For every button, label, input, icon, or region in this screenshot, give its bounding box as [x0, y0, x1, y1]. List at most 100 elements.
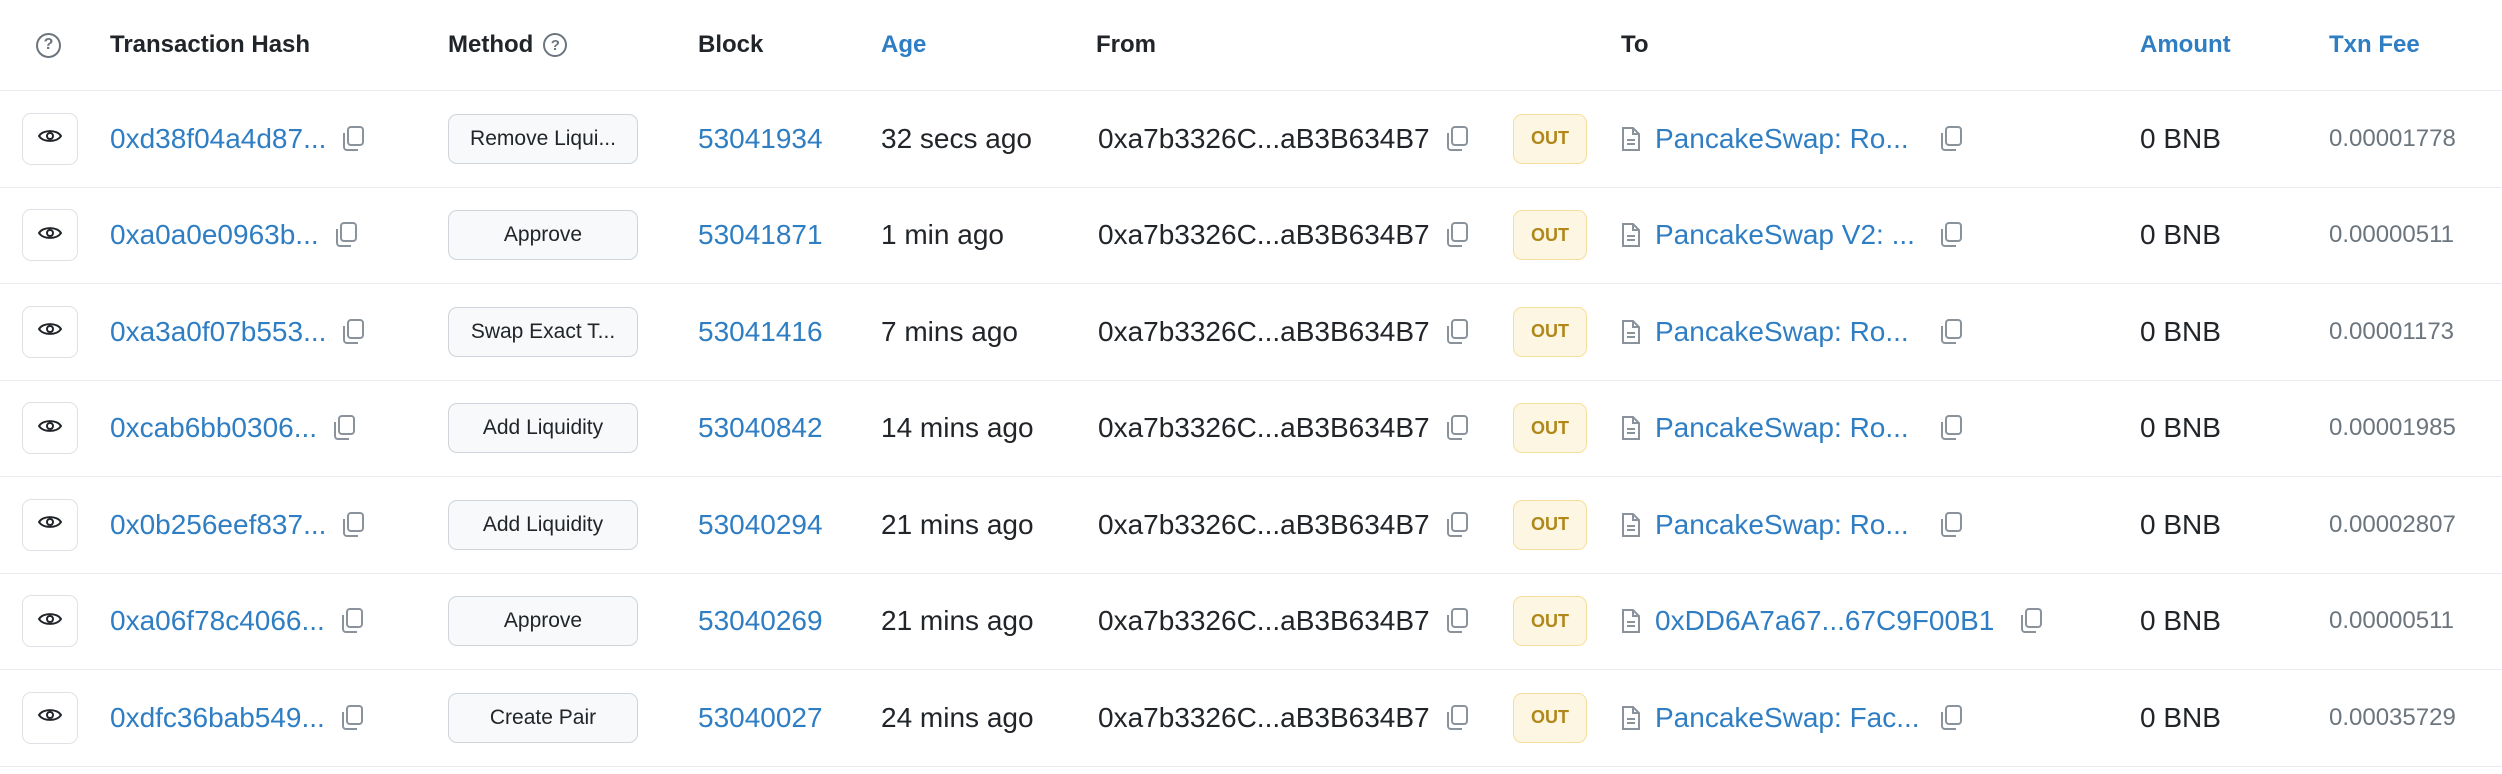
amount-text: 0 BNB: [2140, 412, 2221, 444]
block-link[interactable]: 53040027: [698, 702, 823, 734]
amount-cell: 0 BNB: [2140, 670, 2221, 766]
method-badge[interactable]: Swap Exact T...: [448, 306, 638, 357]
copy-icon[interactable]: [340, 318, 366, 346]
copy-icon[interactable]: [339, 704, 365, 732]
direction-badge: OUT: [1513, 692, 1587, 743]
direction-badge: OUT: [1513, 596, 1587, 647]
method-cell: Add Liquidity: [448, 381, 638, 477]
age-text: 24 mins ago: [881, 701, 1034, 733]
copy-icon[interactable]: [1444, 221, 1470, 249]
to-address-link[interactable]: PancakeSwap: Fac...: [1655, 702, 1920, 734]
method-badge[interactable]: Remove Liqui...: [448, 113, 638, 164]
question-circle-icon[interactable]: ?: [543, 33, 568, 57]
age-cell: 24 mins ago: [881, 670, 1034, 766]
to-address-link[interactable]: PancakeSwap: Ro...: [1655, 123, 1909, 155]
block-link[interactable]: 53040269: [698, 605, 823, 637]
transaction-hash-link[interactable]: 0xd38f04a4d87...: [110, 123, 326, 155]
from-address[interactable]: 0xa7b3326C...aB3B634B7: [1098, 509, 1430, 541]
eye-icon: [37, 514, 63, 535]
fee-cell: 0.00035729: [2329, 670, 2456, 766]
from-cell: 0xa7b3326C...aB3B634B7: [1098, 477, 1470, 573]
block-link[interactable]: 53040294: [698, 509, 823, 541]
from-address[interactable]: 0xa7b3326C...aB3B634B7: [1098, 123, 1430, 155]
copy-icon[interactable]: [1938, 221, 1964, 249]
table-row: 0xdfc36bab549... Create Pair 53040027 24…: [0, 670, 2502, 767]
method-cell: Swap Exact T...: [448, 284, 638, 380]
copy-icon[interactable]: [1444, 125, 1470, 153]
from-address[interactable]: 0xa7b3326C...aB3B634B7: [1098, 605, 1430, 637]
from-address[interactable]: 0xa7b3326C...aB3B634B7: [1098, 316, 1430, 348]
transaction-hash-link[interactable]: 0xa06f78c4066...: [110, 605, 325, 637]
method-cell: Approve: [448, 574, 638, 670]
copy-icon[interactable]: [1938, 511, 1964, 539]
copy-icon[interactable]: [1938, 125, 1964, 153]
copy-icon[interactable]: [333, 221, 359, 249]
amount-text: 0 BNB: [2140, 122, 2221, 154]
transaction-hash-link[interactable]: 0xa3a0f07b553...: [110, 316, 326, 348]
view-details-button[interactable]: [22, 402, 78, 455]
to-cell: PancakeSwap V2: ...: [1621, 188, 1915, 284]
method-badge[interactable]: Add Liquidity: [448, 403, 638, 454]
transaction-hash-link[interactable]: 0xcab6bb0306...: [110, 412, 317, 444]
direction-badge: OUT: [1513, 113, 1587, 164]
copy-icon[interactable]: [1938, 414, 1964, 442]
block-link[interactable]: 53041416: [698, 316, 823, 348]
block-link[interactable]: 53040842: [698, 412, 823, 444]
method-cell: Add Liquidity: [448, 477, 638, 573]
copy-icon[interactable]: [1938, 318, 1964, 346]
direction-cell: OUT: [1513, 188, 1587, 284]
header-age-toggle[interactable]: Age: [881, 0, 926, 90]
from-address[interactable]: 0xa7b3326C...aB3B634B7: [1098, 702, 1430, 734]
hash-cell: 0xcab6bb0306...: [110, 381, 357, 477]
copy-icon[interactable]: [340, 511, 366, 539]
from-address[interactable]: 0xa7b3326C...aB3B634B7: [1098, 412, 1430, 444]
view-details-button[interactable]: [22, 305, 78, 358]
view-details-button[interactable]: [22, 112, 78, 165]
copy-icon[interactable]: [340, 125, 366, 153]
view-details-button[interactable]: [22, 498, 78, 551]
transaction-hash-link[interactable]: 0xdfc36bab549...: [110, 702, 325, 734]
transaction-hash-link[interactable]: 0x0b256eef837...: [110, 509, 326, 541]
method-badge[interactable]: Approve: [448, 210, 638, 261]
copy-icon[interactable]: [1444, 704, 1470, 732]
to-address-link[interactable]: PancakeSwap: Ro...: [1655, 509, 1909, 541]
method-badge[interactable]: Create Pair: [448, 692, 638, 743]
table-header: ? Transaction Hash Method ? Block Age Fr…: [0, 0, 2502, 91]
to-address-link[interactable]: PancakeSwap V2: ...: [1655, 219, 1915, 251]
header-amount-toggle[interactable]: Amount: [2140, 0, 2231, 90]
to-copy-cell: [2018, 574, 2044, 670]
copy-icon[interactable]: [1444, 511, 1470, 539]
header-help[interactable]: ?: [36, 0, 61, 90]
method-badge[interactable]: Approve: [448, 596, 638, 647]
block-link[interactable]: 53041871: [698, 219, 823, 251]
copy-icon[interactable]: [339, 607, 365, 635]
contract-icon: [1621, 222, 1641, 248]
copy-icon[interactable]: [1444, 414, 1470, 442]
method-cell: Create Pair: [448, 670, 638, 766]
amount-text: 0 BNB: [2140, 701, 2221, 733]
question-circle-icon[interactable]: ?: [36, 32, 61, 58]
txn-fee-text: 0.00000511: [2329, 607, 2455, 635]
from-address[interactable]: 0xa7b3326C...aB3B634B7: [1098, 219, 1430, 251]
to-address-link[interactable]: PancakeSwap: Ro...: [1655, 412, 1909, 444]
view-details-button[interactable]: [22, 595, 78, 648]
view-details-button[interactable]: [22, 691, 78, 744]
transaction-hash-link[interactable]: 0xa0a0e0963b...: [110, 219, 319, 251]
block-link[interactable]: 53041934: [698, 123, 823, 155]
eye-icon: [37, 611, 63, 632]
to-cell: PancakeSwap: Fac...: [1621, 670, 1920, 766]
to-copy-cell: [1938, 670, 1964, 766]
to-address-link[interactable]: 0xDD6A7a67...67C9F00B1: [1655, 605, 1994, 637]
view-details-button[interactable]: [22, 209, 78, 262]
header-txn-fee-toggle[interactable]: Txn Fee: [2329, 0, 2420, 90]
header-to: To: [1621, 31, 1649, 58]
age-cell: 21 mins ago: [881, 574, 1034, 670]
copy-icon[interactable]: [1444, 318, 1470, 346]
to-address-link[interactable]: PancakeSwap: Ro...: [1655, 316, 1909, 348]
copy-icon[interactable]: [1938, 704, 1964, 732]
method-badge[interactable]: Add Liquidity: [448, 499, 638, 550]
copy-icon[interactable]: [1444, 607, 1470, 635]
copy-icon[interactable]: [2018, 607, 2044, 635]
fee-cell: 0.00001173: [2329, 284, 2454, 380]
copy-icon[interactable]: [331, 414, 357, 442]
